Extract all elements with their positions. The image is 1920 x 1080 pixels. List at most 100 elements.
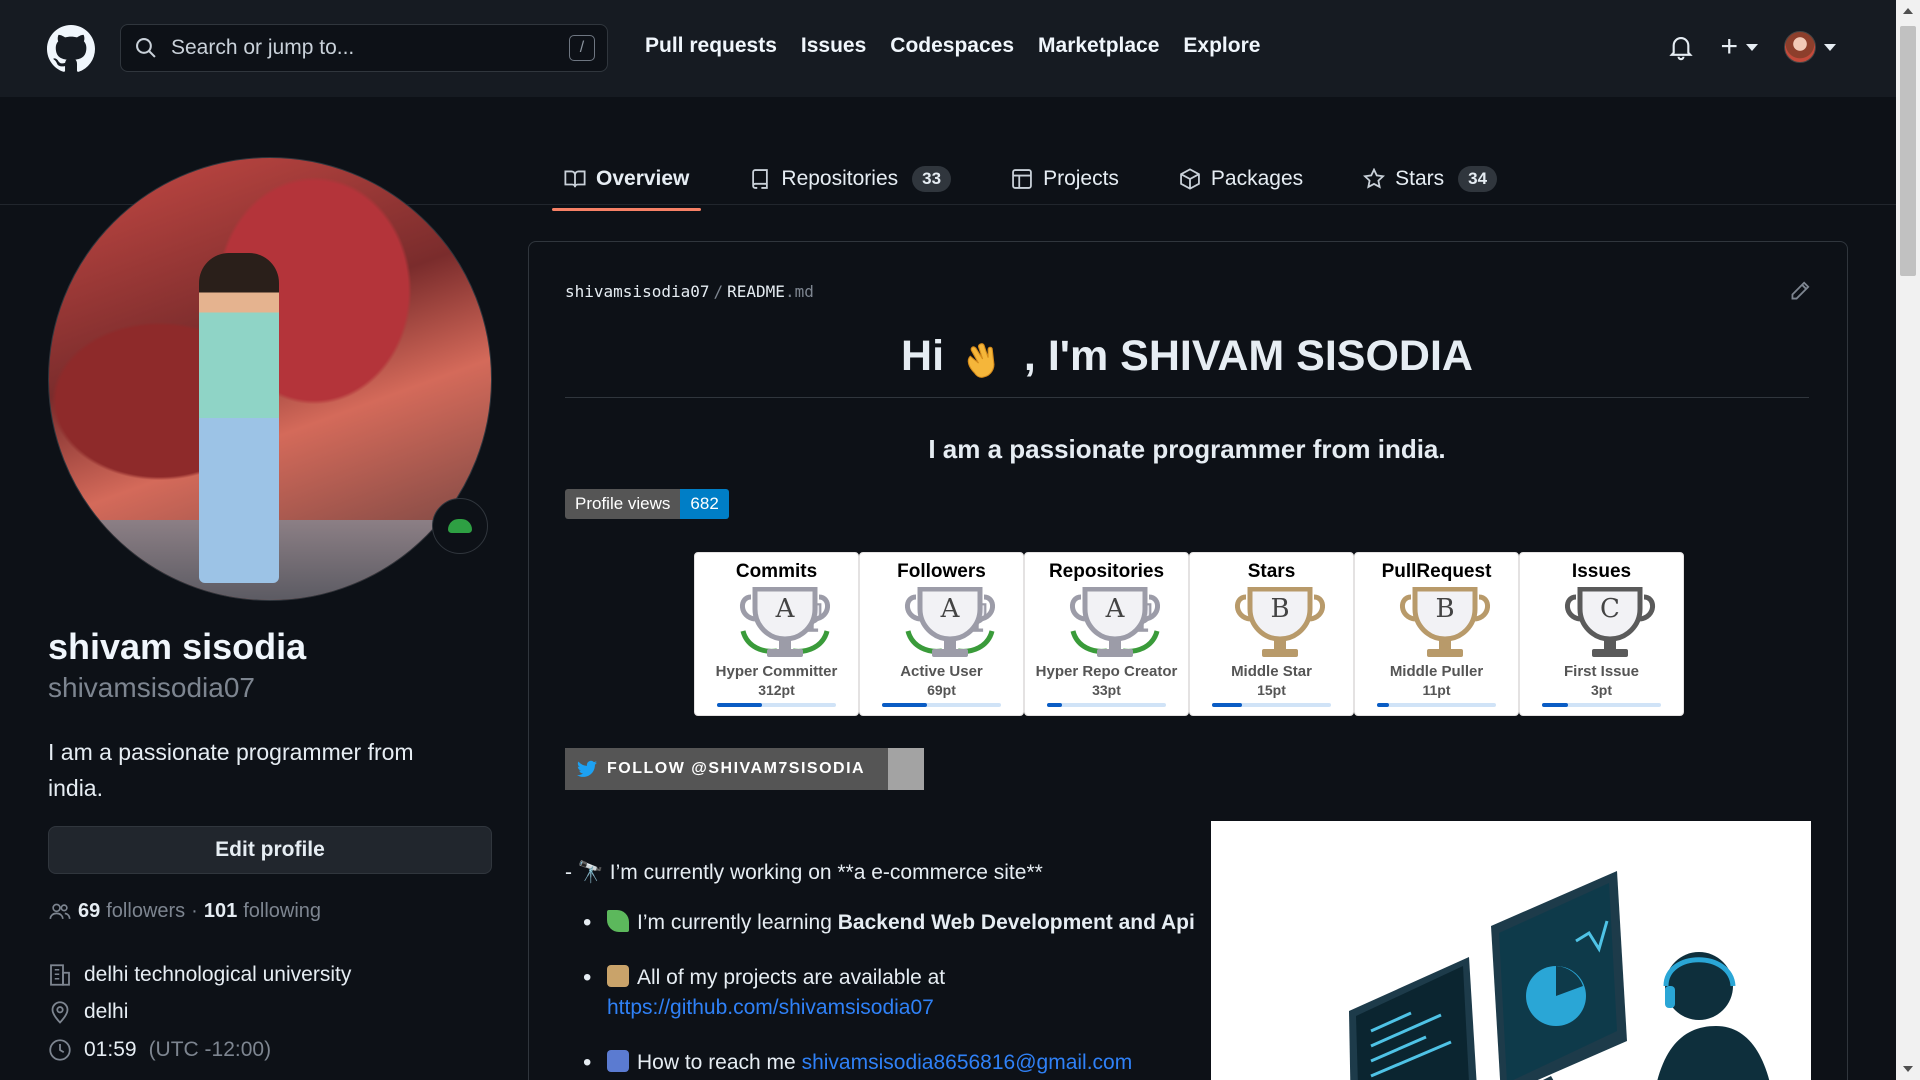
create-new-menu[interactable]: + [1720,30,1758,64]
svg-text:A: A [940,594,961,624]
people-icon [49,903,71,919]
search-input[interactable]: Search or jump to... / [120,24,608,72]
trophy-title: Commits [735,561,818,582]
profile-views-label: Profile views [565,489,681,519]
separator-dot: · [191,900,198,922]
trophy-progress-fill [717,703,763,707]
trophy-card-issues: Issues C First Issue 3pt [1519,552,1684,716]
github-logo-icon[interactable] [47,25,95,73]
header-actions: + [1668,30,1836,64]
trophy-points: 11pt [1422,682,1451,698]
mailbox-icon [607,1050,629,1072]
trophy-cup-icon: C [1565,587,1655,657]
trophy-rank: Hyper Committer [715,663,838,680]
working-on-line: - 🔭 I’m currently working on **a e-comme… [565,861,1043,884]
tab-projects[interactable]: Projects [999,155,1131,203]
trophy-progress-bar [1542,703,1661,707]
heading-greeting: Hi [901,332,945,380]
plus-icon: + [1720,30,1738,63]
twitter-follow-badge[interactable]: FOLLOW @SHIVAM7SISODIA [565,748,924,790]
trophy-rank: Middle Star [1231,663,1312,680]
chevron-down-icon [1824,43,1836,51]
notifications-bell-icon[interactable] [1668,32,1694,62]
following-link[interactable]: following [243,900,321,923]
trophy-progress-fill [1212,703,1242,707]
tab-overview[interactable]: Overview [552,155,702,211]
trophy-row: Commits AA Hyper Committer 312pt FollowersAA… [694,552,1684,716]
trophy-points: 69pt [927,682,956,698]
trophy-card-followers: Followers AA Active User 69pt [859,552,1024,716]
tab-stars[interactable]: Stars 34 [1351,155,1509,203]
learning-text: I’m currently learning [637,911,832,934]
nav-issues[interactable]: Issues [801,34,866,58]
profile-avatar[interactable] [48,157,492,601]
trophy-progress-bar [1212,703,1331,707]
tab-packages[interactable]: Packages [1167,155,1315,203]
following-count[interactable]: 101 [204,900,237,923]
readme-subtitle: I am a passionate programmer from india. [928,434,1446,464]
tab-label: Packages [1210,167,1304,190]
path-separator: / [713,282,724,301]
page-scrollbar[interactable] [1896,0,1920,1080]
trophy-points: 312pt [758,682,795,698]
profile-bio: I am a passionate programmer from india. [48,739,414,801]
twitter-follow-left: FOLLOW @SHIVAM7SISODIA [565,748,888,790]
svg-text:B: B [1435,594,1454,624]
learning-topic: Backend Web Development and Api [837,911,1195,934]
trophy-cup-icon: AA [905,587,995,657]
nav-explore[interactable]: Explore [1183,34,1260,58]
trophy-title: Issues [1571,561,1632,582]
readme-file-link[interactable]: README [727,282,785,301]
profile-name: shivam sisodia [48,626,307,667]
coding-illustration [1211,821,1811,1080]
avatar [1784,31,1816,63]
twitter-follow-count [888,748,924,790]
trophy-cup-icon: B [1400,587,1490,657]
scroll-down-arrow-icon[interactable] [1903,1066,1913,1072]
profile-username: shivamsisodia07 [48,672,255,703]
trophy-progress-bar [882,703,1001,707]
nav-codespaces[interactable]: Codespaces [890,34,1014,58]
search-shortcut-key: / [569,35,595,61]
edit-profile-button[interactable]: Edit profile [48,826,492,874]
projects-text: All of my projects are available at [637,966,946,989]
profile-location: delhi [48,1000,128,1024]
twitter-bird-icon [577,760,597,777]
organization-icon [50,964,70,986]
profile-views-count: 682 [680,489,729,519]
list-item: All of my projects are available at http… [583,963,1205,1023]
followers-link[interactable]: followers [106,900,185,923]
search-icon [136,38,156,58]
trophy-progress-bar [1047,703,1166,707]
trophy-card-commits: Commits AA Hyper Committer 312pt [694,552,859,716]
developer-at-desk-illustration [1349,871,1811,1080]
followers-count[interactable]: 69 [78,900,100,923]
trophy-card-stars: Stars B Middle Star 15pt [1189,552,1354,716]
tab-repositories[interactable]: Repositories 33 [737,155,963,203]
scroll-up-arrow-icon[interactable] [1903,8,1913,14]
trophy-cup-icon: AA [1070,587,1160,657]
projects-link[interactable]: https://github.com/shivamsisodia07 [607,996,934,1019]
chevron-down-icon [1746,43,1758,51]
table-icon [1012,169,1032,189]
trophy-progress-fill [1047,703,1063,707]
trophy-cup-icon: B [1235,587,1325,657]
svg-text:C: C [1600,594,1620,624]
readme-list: I’m currently learning Backend Web Devel… [583,908,1205,1078]
edit-pencil-icon[interactable] [1789,280,1811,302]
book-icon [564,170,586,188]
readme-owner-link[interactable]: shivamsisodia07 [565,282,710,301]
waving-hand-icon [967,342,995,378]
scrollbar-thumb[interactable] [1900,26,1916,276]
nav-marketplace[interactable]: Marketplace [1038,34,1159,58]
trophy-title: PullRequest [1381,561,1492,582]
status-emoji-button[interactable] [432,498,488,554]
heading-name: , I'm SHIVAM SISODIA [1023,332,1473,380]
nav-pull-requests[interactable]: Pull requests [645,34,777,58]
email-link[interactable]: shivamsisodia8656816@gmail.com [802,1051,1133,1074]
profile-tabs: Overview Repositories 33 Projects Packag… [552,155,1509,211]
user-menu[interactable] [1784,31,1836,63]
trophy-cup-icon: AA [740,587,830,657]
follow-stats: 69 followers · 101 following [48,900,321,923]
clock-icon [49,1039,71,1061]
